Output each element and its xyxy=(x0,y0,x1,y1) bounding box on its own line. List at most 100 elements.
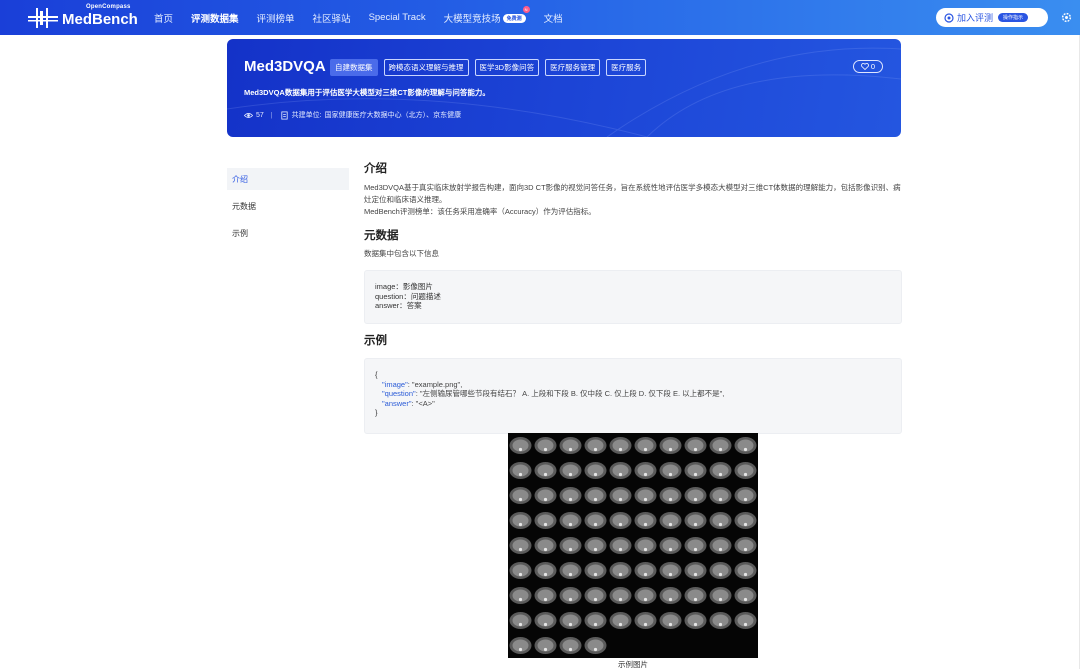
nav-community[interactable]: 社区驿站 xyxy=(313,11,351,25)
dataset-hero-banner: Med3DVQA 自建数据集 跨模态语义理解与推理 医学3D影像问答 医疗服务管… xyxy=(227,39,901,137)
ct-slice xyxy=(584,637,607,654)
ct-slice xyxy=(584,512,607,529)
ct-slice xyxy=(534,512,557,529)
example-code-box: { "image": "example.png", "question": "左… xyxy=(364,358,902,434)
ct-slice xyxy=(684,487,707,504)
ct-slice xyxy=(584,562,607,579)
sidenav-metadata[interactable]: 元数据 xyxy=(227,195,349,217)
ct-slice xyxy=(509,487,532,504)
ct-slice xyxy=(534,487,557,504)
sidenav-example[interactable]: 示例 xyxy=(227,222,349,244)
ct-slice xyxy=(734,587,757,604)
tag-3d-imaging-qa[interactable]: 医学3D影像问答 xyxy=(474,59,540,76)
code-line-answer: "answer": "<A>" xyxy=(375,399,891,409)
ct-slice xyxy=(584,437,607,454)
code-value-image: : "example.png", xyxy=(407,379,463,389)
nav-leaderboard[interactable]: 评测榜单 xyxy=(257,11,295,25)
join-evaluation-button[interactable]: 加入评测 操作指示 xyxy=(936,8,1048,27)
ct-slice xyxy=(684,587,707,604)
ct-slice xyxy=(634,437,657,454)
ct-slice xyxy=(684,537,707,554)
code-line-image: "image": "example.png", xyxy=(375,380,891,390)
intro-paragraph: Med3DVQA基于真实临床放射学报告构建，面向3D CT影像的视觉问答任务，旨… xyxy=(364,183,901,204)
ct-slice xyxy=(559,512,582,529)
metadata-subtitle: 数据集中包含以下信息 xyxy=(364,249,439,258)
nav-home[interactable]: 首页 xyxy=(154,11,173,25)
ct-slice xyxy=(509,637,532,654)
ct-slice xyxy=(509,437,532,454)
code-close-brace: } xyxy=(375,408,378,417)
ct-slice xyxy=(734,437,757,454)
code-open-brace: { xyxy=(375,370,378,379)
ct-slice xyxy=(634,537,657,554)
ct-slice xyxy=(734,462,757,479)
metadata-heading: 元数据 xyxy=(364,230,399,242)
join-label: 加入评测 xyxy=(957,13,994,23)
section-sidenav: 介绍 元数据 示例 xyxy=(227,168,349,249)
code-line-question: "question": "左侧输尿管哪些节段有结石？ A. 上段和下段 B. 仅… xyxy=(375,389,891,399)
intro-metric: MedBench评测榜单：该任务采用准确率（Accuracy）作为评估指标。 xyxy=(364,207,596,216)
logo-subtitle: OpenCompass xyxy=(86,4,131,10)
ct-slice xyxy=(559,562,582,579)
ct-slice xyxy=(634,587,657,604)
ct-slice xyxy=(659,487,682,504)
ct-slice xyxy=(559,637,582,654)
intro-heading: 介绍 xyxy=(364,163,387,175)
example-heading: 示例 xyxy=(364,335,387,347)
ct-slice xyxy=(609,562,632,579)
arena-new-dot: N xyxy=(522,5,530,13)
ct-slice xyxy=(609,437,632,454)
ct-slice xyxy=(709,437,732,454)
nav-arena[interactable]: 大模型竞技场 免费测 N xyxy=(443,5,530,25)
settings-gear-icon[interactable] xyxy=(1061,12,1072,23)
ct-slice xyxy=(559,587,582,604)
ct-slice xyxy=(559,437,582,454)
tag-cross-modal[interactable]: 跨模态语义理解与推理 xyxy=(383,59,469,76)
ct-slice xyxy=(684,612,707,629)
ct-slice xyxy=(684,437,707,454)
code-value-question: : "左侧输尿管哪些节段有结石？ A. 上段和下段 B. 仅中段 C. 仅上段 … xyxy=(415,389,725,398)
ct-slice xyxy=(709,462,732,479)
nav-links: 首页 评测数据集 评测榜单 社区驿站 Special Track 大模型竞技场免… xyxy=(154,0,581,35)
ct-slice xyxy=(559,537,582,554)
medbench-logo[interactable]: OpenCompass MedBench xyxy=(28,2,138,33)
code-key-image: "image" xyxy=(382,379,408,389)
sidenav-intro[interactable]: 介绍 xyxy=(227,168,349,190)
tag-self-built[interactable]: 自建数据集 xyxy=(330,59,378,76)
ct-slice xyxy=(509,612,532,629)
ct-slice xyxy=(509,537,532,554)
metadata-field-question: question：问题描述 xyxy=(375,291,441,301)
tag-medical-service[interactable]: 医疗服务 xyxy=(606,59,647,76)
ct-slice xyxy=(659,587,682,604)
ct-slice xyxy=(609,487,632,504)
view-count: 57 xyxy=(256,111,264,119)
ct-slice xyxy=(734,562,757,579)
ct-slice xyxy=(709,512,732,529)
tag-service-management[interactable]: 医疗服务管理 xyxy=(545,59,601,76)
logo-title: MedBench xyxy=(62,11,138,28)
metadata-fields-box: image：影像图片 question：问题描述 answer：答案 xyxy=(364,270,902,324)
nav-datasets[interactable]: 评测数据集 xyxy=(191,11,239,25)
ct-slice xyxy=(534,437,557,454)
ct-slice xyxy=(584,612,607,629)
dataset-description: Med3DVQA数据集用于评估医学大模型对三维CT影像的理解与问答能力。 xyxy=(244,88,490,97)
dataset-meta: 57 | 共建单位: 国家健康医疗大数据中心（北方）、京东健康 xyxy=(244,110,461,120)
ct-slice xyxy=(584,537,607,554)
ct-slice xyxy=(659,512,682,529)
ct-slice xyxy=(734,537,757,554)
ct-slice xyxy=(659,537,682,554)
example-image-caption: 示例图片 xyxy=(618,660,648,669)
ct-slice xyxy=(634,612,657,629)
nav-arena-label: 大模型竞技场 xyxy=(443,13,501,25)
code-key-question: "question" xyxy=(382,389,416,398)
example-ct-image xyxy=(508,433,758,658)
ct-slice xyxy=(559,612,582,629)
ct-slice xyxy=(584,462,607,479)
ct-slice xyxy=(684,562,707,579)
nav-docs[interactable]: 文档 xyxy=(544,11,563,25)
ct-slice xyxy=(634,512,657,529)
nav-special-track[interactable]: Special Track xyxy=(369,12,426,23)
ct-slice xyxy=(709,537,732,554)
dataset-tags: 自建数据集 跨模态语义理解与推理 医学3D影像问答 医疗服务管理 医疗服务 xyxy=(330,59,652,76)
like-button[interactable]: 0 xyxy=(853,60,883,73)
